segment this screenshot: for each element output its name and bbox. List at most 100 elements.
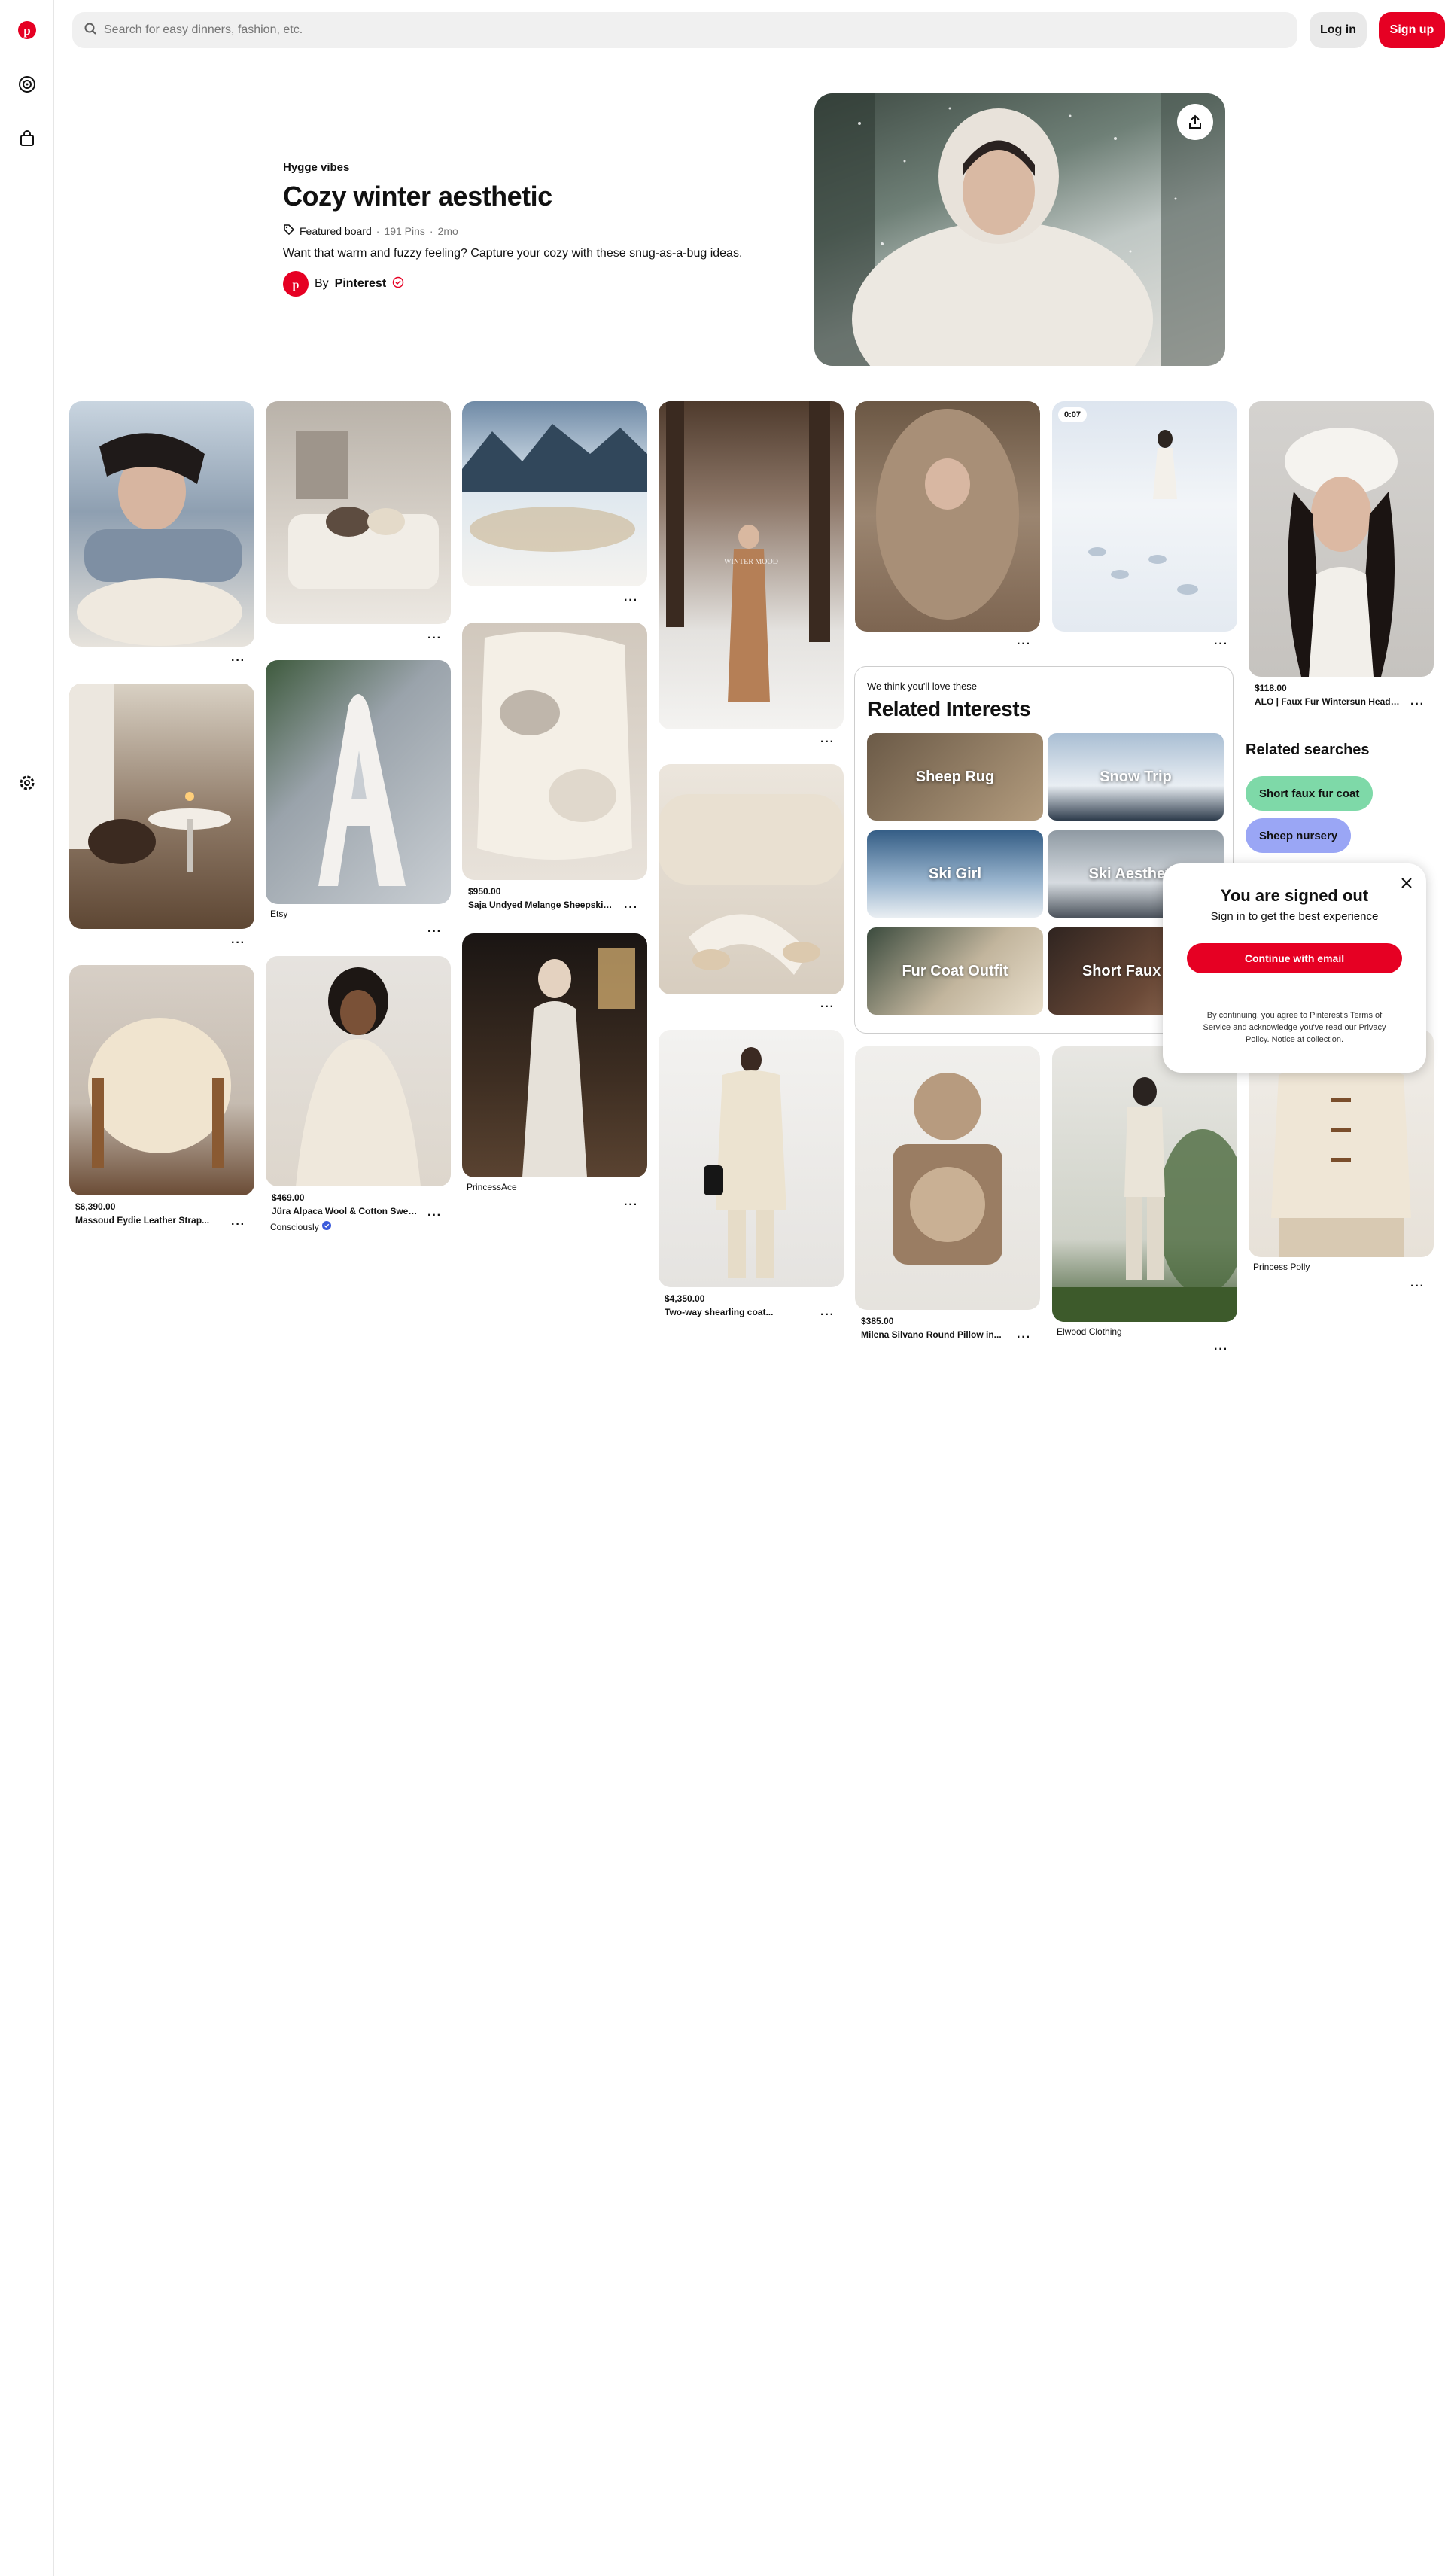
meta-separator: · xyxy=(376,224,380,237)
pin-image[interactable] xyxy=(855,401,1040,632)
more-options-button[interactable]: ··· xyxy=(1410,1280,1425,1293)
pin-image[interactable] xyxy=(69,401,254,647)
svg-text:p: p xyxy=(293,279,300,291)
more-options-button[interactable]: ··· xyxy=(820,1001,835,1013)
pin-source-name[interactable]: Consciously xyxy=(270,1222,319,1232)
related-search-chip[interactable]: Short faux fur coat xyxy=(1246,776,1374,811)
more-options-button[interactable]: ··· xyxy=(231,937,245,949)
interest-tile[interactable]: Snow Trip xyxy=(1048,733,1224,821)
pin-card[interactable]: Etsy ··· xyxy=(266,660,451,938)
related-search-chip[interactable]: Sheep nursery xyxy=(1246,818,1352,853)
pin-title[interactable]: Saja Undyed Melange Sheepskin... xyxy=(468,900,616,910)
board-age: 2mo xyxy=(437,224,458,237)
pin-image[interactable] xyxy=(69,965,254,1195)
pin-card[interactable]: ··· xyxy=(659,764,844,1013)
interest-tile[interactable]: Fur Coat Outfit xyxy=(867,927,1043,1015)
pin-source[interactable]: Princess Polly xyxy=(1253,1262,1434,1272)
svg-text:p: p xyxy=(23,23,30,38)
verified-icon xyxy=(392,276,404,292)
pin-card[interactable]: $6,390.00 Massoud Eydie Leather Strap...… xyxy=(69,965,254,1231)
more-options-button[interactable]: ··· xyxy=(427,1210,442,1222)
pin-card[interactable]: ··· xyxy=(69,684,254,949)
pin-image[interactable] xyxy=(659,764,844,994)
pin-card[interactable]: 0:07 ··· xyxy=(1052,401,1237,650)
more-options-button[interactable]: ··· xyxy=(231,1219,245,1231)
more-options-button[interactable]: ··· xyxy=(820,1309,835,1321)
more-options-button[interactable]: ··· xyxy=(427,926,442,938)
pin-image[interactable] xyxy=(266,956,451,1186)
pin-image[interactable] xyxy=(855,1046,1040,1310)
legal-text: By continuing, you agree to Pinterest's … xyxy=(1202,1009,1387,1046)
pin-card[interactable]: ··· xyxy=(462,401,647,607)
related-interests-kicker: We think you'll love these xyxy=(867,681,978,692)
more-options-button[interactable]: ··· xyxy=(624,902,638,914)
owner-name[interactable]: Pinterest xyxy=(335,277,386,291)
related-interests-title: Related Interests xyxy=(867,697,1031,720)
pin-card[interactable]: Elwood Clothing ··· xyxy=(1052,1046,1237,1356)
pin-source[interactable]: Etsy xyxy=(270,909,451,919)
more-options-button[interactable]: ··· xyxy=(1410,699,1425,711)
pin-image[interactable] xyxy=(69,684,254,929)
interest-tile[interactable]: Ski Girl xyxy=(867,830,1043,918)
search-bar[interactable] xyxy=(72,12,1297,48)
pin-card[interactable]: $4,350.00 Two-way shearling coat... ··· xyxy=(659,1030,844,1321)
pin-card[interactable]: PrincessAce ··· xyxy=(462,933,647,1211)
pin-card[interactable]: $118.00 ALO | Faux Fur Wintersun Headban… xyxy=(1249,401,1434,711)
more-options-button[interactable]: ··· xyxy=(231,655,245,667)
sign-up-button[interactable]: Sign up xyxy=(1379,12,1445,48)
pin-card[interactable]: ··· xyxy=(855,401,1040,650)
pin-image[interactable] xyxy=(462,933,647,1177)
meta-separator: · xyxy=(429,224,434,237)
pin-title[interactable]: Milena Silvano Round Pillow in... xyxy=(861,1329,1008,1340)
pin-title[interactable]: Jüra Alpaca Wool & Cotton Sweate... xyxy=(272,1206,419,1216)
board-cover-image[interactable] xyxy=(814,93,1225,366)
search-input[interactable] xyxy=(104,23,1278,37)
pin-title[interactable]: Two-way shearling coat... xyxy=(665,1307,812,1317)
log-in-button[interactable]: Log in xyxy=(1310,12,1367,48)
pin-card[interactable]: $385.00 Milena Silvano Round Pillow in..… xyxy=(855,1046,1040,1344)
pin-title[interactable]: Massoud Eydie Leather Strap... xyxy=(75,1215,223,1226)
shop-icon[interactable] xyxy=(15,126,39,151)
board-owner[interactable]: p By Pinterest xyxy=(283,271,404,297)
more-options-button[interactable]: ··· xyxy=(1017,1332,1031,1344)
svg-text:WINTER MOOD: WINTER MOOD xyxy=(724,558,778,566)
continue-with-email-button[interactable]: Continue with email xyxy=(1187,943,1402,973)
pin-card[interactable]: ··· xyxy=(69,401,254,667)
signed-out-dialog: You are signed out Sign in to get the be… xyxy=(1163,863,1426,1073)
pin-card[interactable]: ··· xyxy=(266,401,451,644)
pin-price: $950.00 xyxy=(468,886,501,897)
explore-icon[interactable] xyxy=(15,72,39,96)
more-options-button[interactable]: ··· xyxy=(1214,638,1228,650)
pin-card[interactable]: $950.00 Saja Undyed Melange Sheepskin...… xyxy=(462,623,647,914)
pin-image[interactable] xyxy=(266,401,451,624)
notice-at-collection-link[interactable]: Notice at collection xyxy=(1272,1035,1341,1044)
pin-card[interactable]: $469.00 Jüra Alpaca Wool & Cotton Sweate… xyxy=(266,956,451,1232)
pin-source[interactable]: Consciously xyxy=(270,1221,451,1232)
legal-middle: and acknowledge you've read our xyxy=(1231,1023,1359,1032)
pinterest-logo-icon[interactable]: p xyxy=(15,18,39,42)
more-options-button[interactable]: ··· xyxy=(820,736,835,748)
more-options-button[interactable]: ··· xyxy=(624,1199,638,1211)
pin-image[interactable] xyxy=(1052,1046,1237,1322)
pin-image[interactable] xyxy=(1249,401,1434,677)
left-rail: p xyxy=(0,0,54,2576)
more-options-button[interactable]: ··· xyxy=(427,632,442,644)
interest-tile[interactable]: Sheep Rug xyxy=(867,733,1043,821)
pin-image[interactable] xyxy=(266,660,451,904)
pin-image[interactable]: WINTER MOOD xyxy=(659,401,844,729)
settings-icon[interactable] xyxy=(15,771,39,795)
pin-card[interactable]: WINTER MOOD ··· xyxy=(659,401,844,748)
avatar[interactable]: p xyxy=(283,271,309,297)
legal-end: . xyxy=(1340,1035,1344,1044)
pin-title[interactable]: ALO | Faux Fur Wintersun Headban... xyxy=(1255,696,1402,707)
more-options-button[interactable]: ··· xyxy=(1017,638,1031,650)
pin-source[interactable]: PrincessAce xyxy=(467,1182,647,1192)
more-options-button[interactable]: ··· xyxy=(1214,1344,1228,1356)
pin-image[interactable] xyxy=(659,1030,844,1287)
pin-image[interactable] xyxy=(462,623,647,880)
pin-image[interactable]: 0:07 xyxy=(1052,401,1237,632)
share-icon[interactable] xyxy=(1177,104,1213,140)
more-options-button[interactable]: ··· xyxy=(624,595,638,607)
pin-image[interactable] xyxy=(462,401,647,586)
pin-source[interactable]: Elwood Clothing xyxy=(1057,1326,1237,1337)
